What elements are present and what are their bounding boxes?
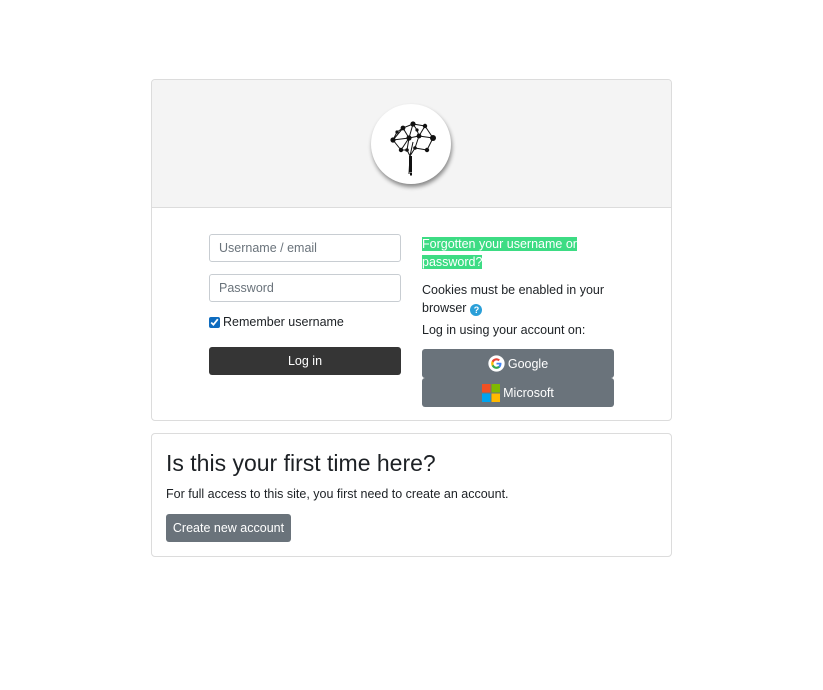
login-button[interactable]: Log in <box>209 347 401 375</box>
google-icon <box>488 355 505 372</box>
microsoft-button-label: Microsoft <box>503 385 554 400</box>
username-input[interactable] <box>209 234 401 262</box>
google-login-button[interactable]: Google <box>422 349 614 378</box>
signup-card: Is this your first time here? For full a… <box>151 433 672 557</box>
login-using-label: Log in using your account on: <box>422 323 586 337</box>
password-input[interactable] <box>209 274 401 302</box>
signup-description: For full access to this site, you first … <box>166 487 509 501</box>
forgot-password-text: Forgotten your username or password? <box>422 237 577 269</box>
help-icon[interactable]: ? <box>470 304 483 316</box>
tree-network-logo-icon <box>390 121 436 176</box>
google-button-label: Google <box>507 356 549 371</box>
remember-checkbox[interactable] <box>209 316 220 328</box>
microsoft-icon <box>482 383 501 402</box>
cookies-notice: Cookies must be enabled in your browser? <box>422 281 612 317</box>
microsoft-login-button[interactable]: Microsoft <box>422 378 614 407</box>
cookies-text: Cookies must be enabled in your browser <box>422 283 605 315</box>
signup-title: Is this your first time here? <box>166 450 436 476</box>
remember-label: Remember username <box>223 315 344 329</box>
remember-username[interactable]: Remember username <box>209 315 344 329</box>
login-card: Remember username Log in Forgotten your … <box>151 79 672 421</box>
site-logo <box>371 104 451 184</box>
login-header <box>152 80 671 208</box>
create-account-button[interactable]: Create new account <box>166 514 291 542</box>
login-body: Remember username Log in Forgotten your … <box>152 208 671 420</box>
forgot-password-link[interactable]: Forgotten your username or password? <box>422 235 592 271</box>
